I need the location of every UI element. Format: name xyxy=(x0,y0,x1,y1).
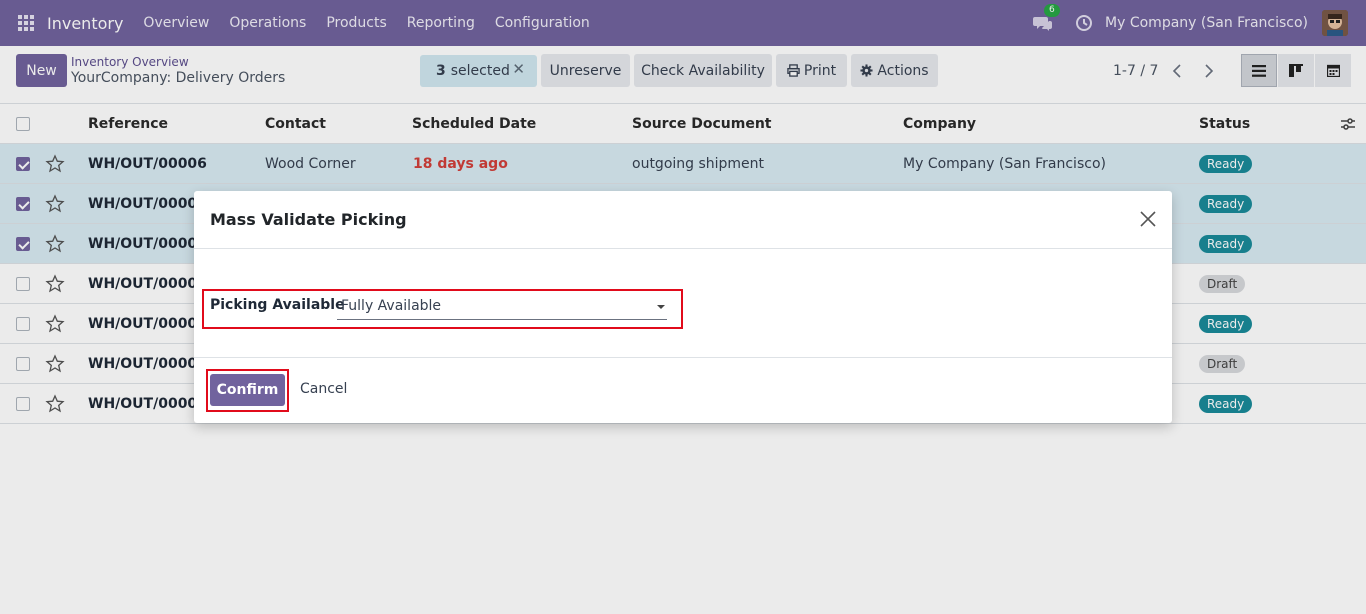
dialog-footer-divider xyxy=(194,357,1172,358)
mass-validate-dialog: Mass Validate Picking Picking Available … xyxy=(194,191,1172,423)
dialog-title: Mass Validate Picking xyxy=(210,210,407,229)
cancel-button[interactable]: Cancel xyxy=(300,381,347,397)
picking-available-label: Picking Available xyxy=(210,297,345,313)
close-icon[interactable] xyxy=(1140,211,1156,227)
confirm-button[interactable]: Confirm xyxy=(210,374,285,406)
picking-available-value: Fully Available xyxy=(341,298,442,314)
dialog-header-divider xyxy=(194,248,1172,249)
chevron-down-icon xyxy=(657,305,665,309)
picking-available-select[interactable]: Fully Available xyxy=(337,294,667,320)
